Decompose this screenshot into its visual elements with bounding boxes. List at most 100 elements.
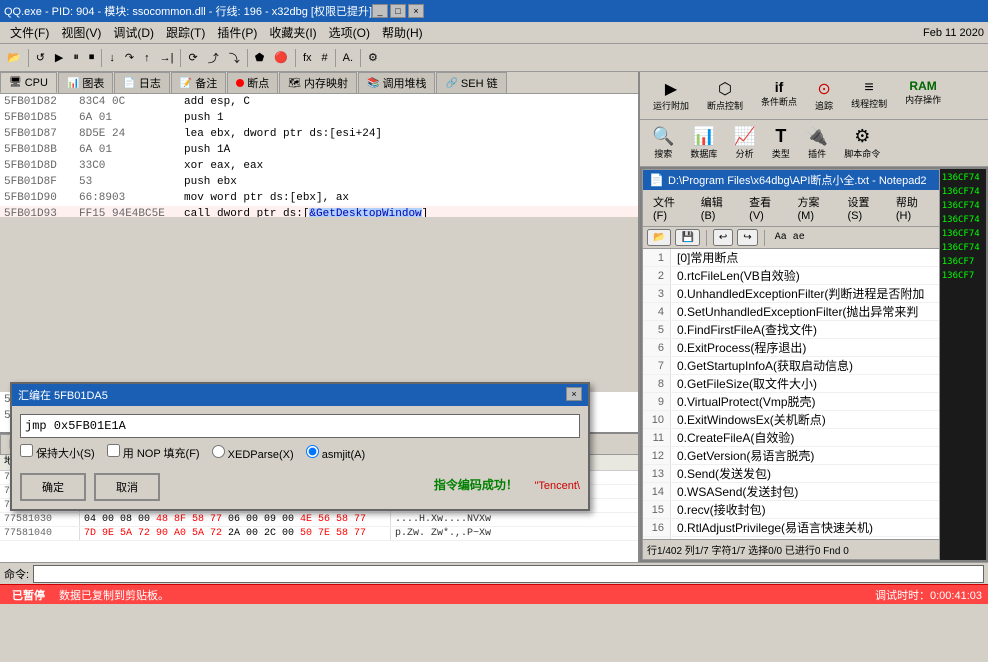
notepad-content[interactable]: 1[0]常用断点20.rtcFileLen(VB自效验)30.Unhandled… [643, 249, 939, 539]
tb-hardware-bp[interactable]: 🔴 [269, 47, 293, 69]
tb-hash[interactable]: # [317, 47, 333, 69]
notepad-line[interactable]: 60.ExitProcess(程序退出) [643, 339, 939, 357]
notepad-line[interactable]: 1[0]常用断点 [643, 249, 939, 267]
tb-pause[interactable]: ⏸ [68, 47, 84, 69]
script-cmd-btn[interactable]: ⚙ 脚本命令 [838, 124, 886, 162]
notepad-line[interactable]: 140.WSASend(发送封包) [643, 483, 939, 501]
type-btn[interactable]: T 类型 [766, 124, 796, 162]
tb-breakpoint[interactable]: ⬟ [250, 47, 270, 69]
notepad-redo-btn[interactable]: ↪ [737, 229, 757, 246]
tb-restart[interactable]: ↺ [31, 47, 50, 69]
notepad-line[interactable]: 150.recv(接收封包) [643, 501, 939, 519]
notepad-line[interactable]: 100.ExitWindowsEx(关机断点) [643, 411, 939, 429]
notepad-line[interactable]: 50.FindFirstFileA(查找文件) [643, 321, 939, 339]
tb-step-over[interactable]: ↷ [120, 47, 139, 69]
notepad-menu-file[interactable]: 文件(F) [647, 192, 691, 224]
tab-call-stack[interactable]: 📚 调用堆栈 [358, 72, 435, 93]
notepad-line[interactable]: 70.GetStartupInfoA(获取启动信息) [643, 357, 939, 375]
nop-fill-checkbox[interactable] [107, 444, 120, 457]
menu-help[interactable]: 帮助(H) [376, 22, 429, 43]
tb-animate[interactable]: ⟳ [183, 47, 202, 69]
minimize-button[interactable]: _ [372, 4, 388, 18]
disassembly-view[interactable]: 5FB01D82 83C4 0C add esp, C 5FB01D85 6A … [0, 94, 638, 217]
tb-trace-into[interactable]: ⤵ [224, 47, 245, 69]
tab-notes[interactable]: 📝 备注 [171, 72, 226, 93]
code-line-3[interactable]: 5FB01D87 8D5E 24 lea ebx, dword ptr ds:[… [0, 126, 638, 142]
tb-open[interactable]: 📂 [2, 47, 26, 69]
notepad-undo-btn[interactable]: ↩ [713, 229, 733, 246]
code-line-8[interactable]: 5FB01D93 FF15 94E4BC5E call dword ptr ds… [0, 206, 638, 217]
notepad-menu-edit[interactable]: 编辑(B) [695, 192, 739, 224]
code-line-4[interactable]: 5FB01D8B 6A 01 push 1A [0, 142, 638, 158]
mem-ops-btn[interactable]: RAM 内存操作 [898, 76, 948, 115]
code-line-6[interactable]: 5FB01D8F 53 push ebx [0, 174, 638, 190]
tb-stop[interactable]: ⏹ [84, 47, 100, 69]
menu-debug[interactable]: 调试(D) [107, 22, 160, 43]
tab-log[interactable]: 📄 日志 [114, 72, 169, 93]
notepad-save-btn[interactable]: 💾 [675, 229, 699, 246]
break-ctrl-btn[interactable]: ⬡ 断点控制 [700, 76, 750, 115]
notepad-toolbar-btn[interactable]: 📂 [647, 229, 671, 246]
tab-graph[interactable]: 📊 图表 [58, 72, 113, 93]
code-line-2[interactable]: 5FB01D85 6A 01 push 1 [0, 110, 638, 126]
notepad-line[interactable]: 30.UnhandledExceptionFilter(判断进程是否附加 [643, 285, 939, 303]
tb-settings[interactable]: ⚙ [363, 47, 383, 69]
tb-font[interactable]: A. [338, 47, 358, 69]
tb-run[interactable]: ▶ [50, 47, 68, 69]
analyze-btn[interactable]: 📈 分析 [727, 124, 761, 162]
close-button[interactable]: × [408, 4, 424, 18]
confirm-button[interactable]: 确定 [20, 473, 86, 501]
tb-step-into[interactable]: ↓ [104, 47, 120, 69]
thread-ctrl-btn[interactable]: ≡ 线程控制 [844, 76, 894, 115]
notepad-menu-scheme[interactable]: 方案(M) [792, 192, 838, 224]
hex-row-3[interactable]: 77581030 04 00 08 00 48 8F 58 77 06 00 0… [0, 513, 638, 527]
cancel-button[interactable]: 取消 [94, 473, 160, 501]
notepad-line[interactable]: 20.rtcFileLen(VB自效验) [643, 267, 939, 285]
tb-step-out[interactable]: ↑ [139, 47, 155, 69]
tab-breakpoints[interactable]: 断点 [227, 72, 278, 93]
notepad-line[interactable]: 110.CreateFileA(自效验) [643, 429, 939, 447]
maximize-button[interactable]: □ [390, 4, 406, 18]
menu-favorites[interactable]: 收藏夹(I) [263, 22, 322, 43]
code-line-1[interactable]: 5FB01D82 83C4 0C add esp, C [0, 94, 638, 110]
nop-fill-option[interactable]: 用 NOP 填充(F) [107, 444, 200, 461]
notepad-line[interactable]: 120.GetVersion(易语言脱壳) [643, 447, 939, 465]
database-btn[interactable]: 📊 数据库 [684, 124, 723, 162]
notepad-menu-help[interactable]: 帮助(H) [890, 192, 935, 224]
notepad-line[interactable]: 90.VirtualProtect(Vmp脱壳) [643, 393, 939, 411]
xed-parse-radio[interactable] [212, 445, 225, 458]
notepad-menu-settings[interactable]: 设置(S) [841, 192, 885, 224]
notepad-line[interactable]: 40.SetUnhandledExceptionFilter(抛出异常来判 [643, 303, 939, 321]
tab-seh[interactable]: 🔗 SEH 链 [436, 72, 506, 93]
menu-view[interactable]: 视图(V) [55, 22, 107, 43]
trace-btn[interactable]: ⊙ 追踪 [808, 76, 840, 115]
tab-memory-map[interactable]: 🗺 内存映射 [279, 72, 357, 93]
tb-function[interactable]: fx [298, 47, 317, 69]
assemble-input[interactable] [20, 414, 580, 438]
asmjit-radio[interactable] [306, 445, 319, 458]
command-input[interactable] [33, 565, 984, 583]
dialog-close-button[interactable]: × [566, 387, 582, 401]
menu-options[interactable]: 选项(O) [323, 22, 376, 43]
menu-trace[interactable]: 跟踪(T) [160, 22, 211, 43]
asmjit-option[interactable]: asmjit(A) [306, 445, 365, 461]
notepad-line[interactable]: 160.RtlAdjustPrivilege(易语言快速关机) [643, 519, 939, 537]
notepad-line[interactable]: 80.GetFileSize(取文件大小) [643, 375, 939, 393]
menu-file[interactable]: 文件(F) [4, 22, 55, 43]
code-line-7[interactable]: 5FB01D90 66:8903 mov word ptr ds:[ebx], … [0, 190, 638, 206]
cond-break-btn[interactable]: if 条件断点 [754, 76, 804, 115]
keep-size-option[interactable]: 保持大小(S) [20, 444, 95, 461]
run-add-btn[interactable]: ▶ 运行附加 [646, 76, 696, 115]
plugin-btn[interactable]: 🔌 插件 [800, 124, 834, 162]
tb-run-to-cursor[interactable]: →| [155, 47, 179, 69]
code-line-5[interactable]: 5FB01D8D 33C0 xor eax, eax [0, 158, 638, 174]
xed-parse-option[interactable]: XEDParse(X) [212, 445, 294, 461]
tb-trace-over[interactable]: ⤴ [203, 47, 224, 69]
search-btn[interactable]: 🔍 搜索 [646, 124, 680, 162]
keep-size-checkbox[interactable] [20, 444, 33, 457]
hex-row-4[interactable]: 77581040 7D 9E 5A 72 90 A0 5A 72 2A 00 2… [0, 527, 638, 541]
tab-cpu[interactable]: 🖥 CPU [0, 72, 57, 93]
menu-plugin[interactable]: 插件(P) [211, 22, 263, 43]
notepad-line[interactable]: 130.Send(发送发包) [643, 465, 939, 483]
notepad-menu-view[interactable]: 查看(V) [743, 192, 787, 224]
